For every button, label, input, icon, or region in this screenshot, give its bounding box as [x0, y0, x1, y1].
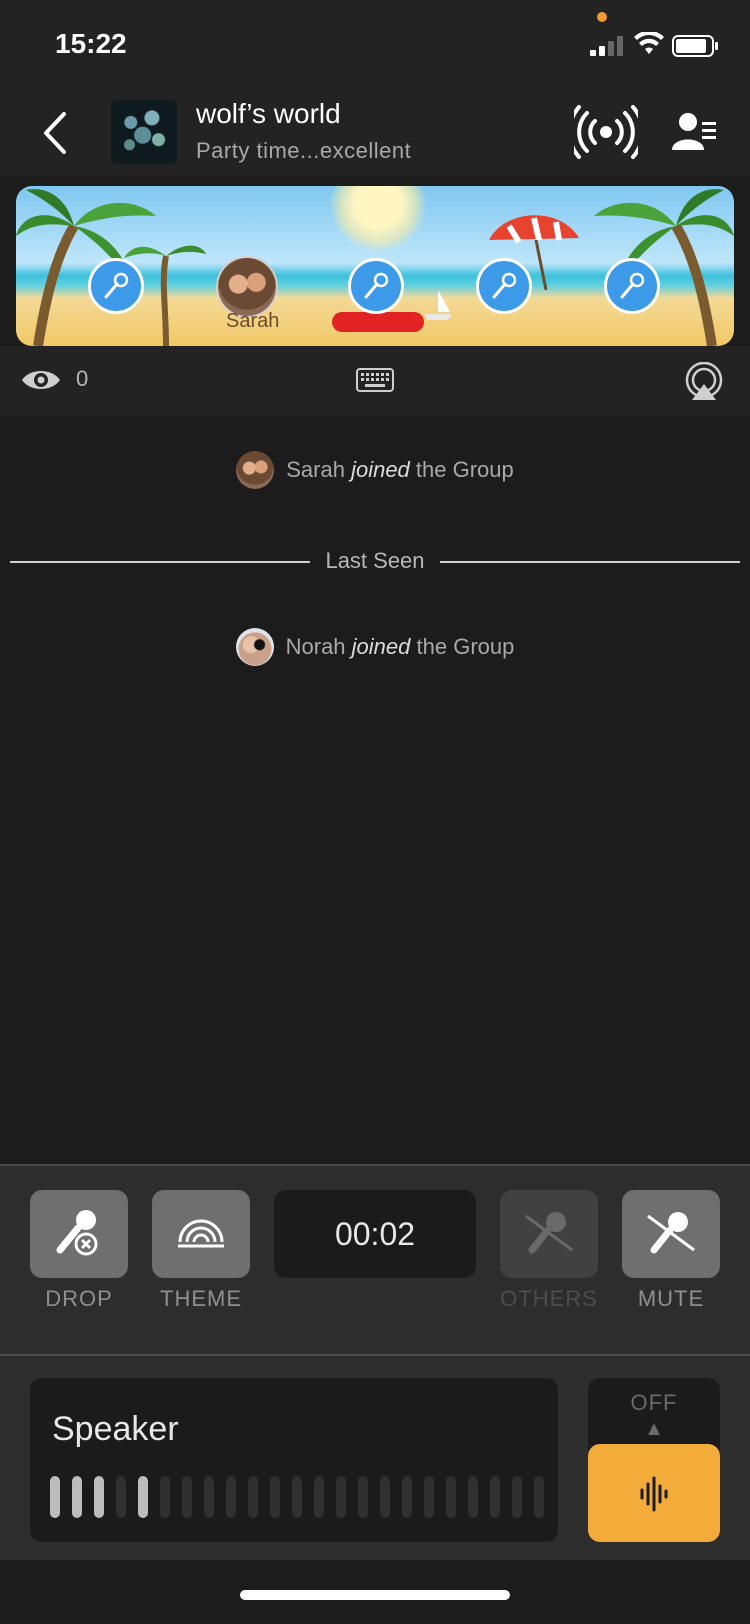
- event-suffix: the Group: [415, 457, 514, 482]
- level-bar: [490, 1476, 500, 1518]
- level-bar: [50, 1476, 60, 1518]
- others-mute-button[interactable]: [500, 1190, 598, 1278]
- audio-level-meter: [50, 1476, 544, 1518]
- level-bar: [226, 1476, 236, 1518]
- empty-mic-seat-2[interactable]: [348, 258, 404, 314]
- push-to-talk-panel: OFF ▲: [588, 1378, 720, 1542]
- empty-mic-seat-4[interactable]: [604, 258, 660, 314]
- seat-user-avatar[interactable]: [216, 256, 278, 318]
- level-bar: [182, 1476, 192, 1518]
- privacy-indicator-dot: [597, 12, 607, 22]
- broadcast-icon[interactable]: [574, 104, 638, 160]
- level-bar: [446, 1476, 456, 1518]
- avatar[interactable]: [236, 451, 275, 489]
- home-bar-area: [0, 1560, 750, 1624]
- back-chevron-icon[interactable]: [38, 108, 72, 158]
- event-suffix: the Group: [416, 634, 515, 659]
- theme-button[interactable]: [152, 1190, 250, 1278]
- event-user-name: Sarah: [286, 457, 345, 482]
- airplay-icon[interactable]: [684, 362, 724, 402]
- call-controls: DROP THEME 00:02 OTHERS MUTE: [0, 1164, 750, 1354]
- level-bar: [138, 1476, 148, 1518]
- microphone-icon: [620, 272, 645, 299]
- empty-mic-seat-3[interactable]: [476, 258, 532, 314]
- level-bar: [204, 1476, 214, 1518]
- up-arrow-icon: ▲: [644, 1418, 664, 1440]
- battery-icon: [672, 35, 718, 57]
- event-user-name: Norah: [285, 634, 346, 659]
- status-bar: 15:22: [0, 0, 750, 90]
- level-bar: [402, 1476, 412, 1518]
- event-action: joined: [351, 457, 410, 482]
- group-status: Party time...excellent: [196, 138, 412, 163]
- last-seen-divider: Last Seen: [10, 546, 740, 576]
- microphone-icon: [364, 272, 389, 299]
- level-bar: [292, 1476, 302, 1518]
- empty-mic-seat-1[interactable]: [88, 258, 144, 314]
- level-bar: [116, 1476, 126, 1518]
- level-bar: [270, 1476, 280, 1518]
- speaker-output-selector[interactable]: Speaker: [30, 1378, 558, 1542]
- eye-icon: [22, 371, 60, 389]
- home-indicator[interactable]: [240, 1590, 510, 1600]
- microphone-icon: [492, 272, 517, 299]
- event-action: joined: [351, 634, 411, 659]
- wifi-icon: [634, 32, 664, 54]
- seat-user-name: Sarah: [226, 310, 280, 332]
- speaker-panel: Speaker OFF ▲: [0, 1354, 750, 1560]
- theme-label: THEME: [160, 1286, 242, 1311]
- level-bar: [534, 1476, 544, 1518]
- microphone-icon: [104, 272, 129, 299]
- keyboard-icon[interactable]: [356, 368, 394, 392]
- level-bar: [468, 1476, 478, 1518]
- level-bar: [94, 1476, 104, 1518]
- others-label: OTHERS: [500, 1286, 598, 1311]
- level-bar: [72, 1476, 82, 1518]
- drop-button[interactable]: [30, 1190, 128, 1278]
- beach-stage-banner: Sarah: [16, 186, 734, 346]
- push-to-talk-button[interactable]: [588, 1444, 720, 1542]
- level-bar: [160, 1476, 170, 1518]
- info-bar: 0: [0, 346, 750, 416]
- sun-decoration: [330, 186, 426, 252]
- status-time: 15:22: [55, 28, 127, 59]
- cellular-signal-icon: [590, 36, 623, 56]
- feed-event-norah: Norah joined the Group: [0, 627, 750, 667]
- call-timer: 00:02: [274, 1190, 476, 1278]
- avatar[interactable]: [235, 628, 274, 666]
- viewer-count: 0: [76, 366, 89, 391]
- level-bar: [380, 1476, 390, 1518]
- mic-off-icon: [647, 1212, 695, 1254]
- group-avatar[interactable]: [111, 100, 177, 164]
- off-label: OFF: [630, 1390, 678, 1415]
- level-bar: [424, 1476, 434, 1518]
- drop-label: DROP: [45, 1286, 113, 1311]
- drop-mic-icon: [56, 1210, 98, 1256]
- feed-event-sarah: Sarah joined the Group: [0, 450, 750, 490]
- mic-off-icon: [525, 1212, 573, 1254]
- red-float: [332, 312, 424, 332]
- waveform-icon: [640, 1476, 668, 1512]
- members-list-icon[interactable]: [672, 110, 718, 154]
- theme-icon: [178, 1219, 224, 1248]
- group-header: wolf’s world Party time...excellent: [0, 90, 750, 176]
- group-name[interactable]: wolf’s world: [196, 98, 341, 130]
- sailboat: [424, 290, 452, 320]
- mute-button[interactable]: [622, 1190, 720, 1278]
- mute-label: MUTE: [637, 1286, 705, 1311]
- speaker-label: Speaker: [52, 1410, 179, 1448]
- level-bar: [336, 1476, 346, 1518]
- level-bar: [314, 1476, 324, 1518]
- level-bar: [248, 1476, 258, 1518]
- level-bar: [512, 1476, 522, 1518]
- level-bar: [358, 1476, 368, 1518]
